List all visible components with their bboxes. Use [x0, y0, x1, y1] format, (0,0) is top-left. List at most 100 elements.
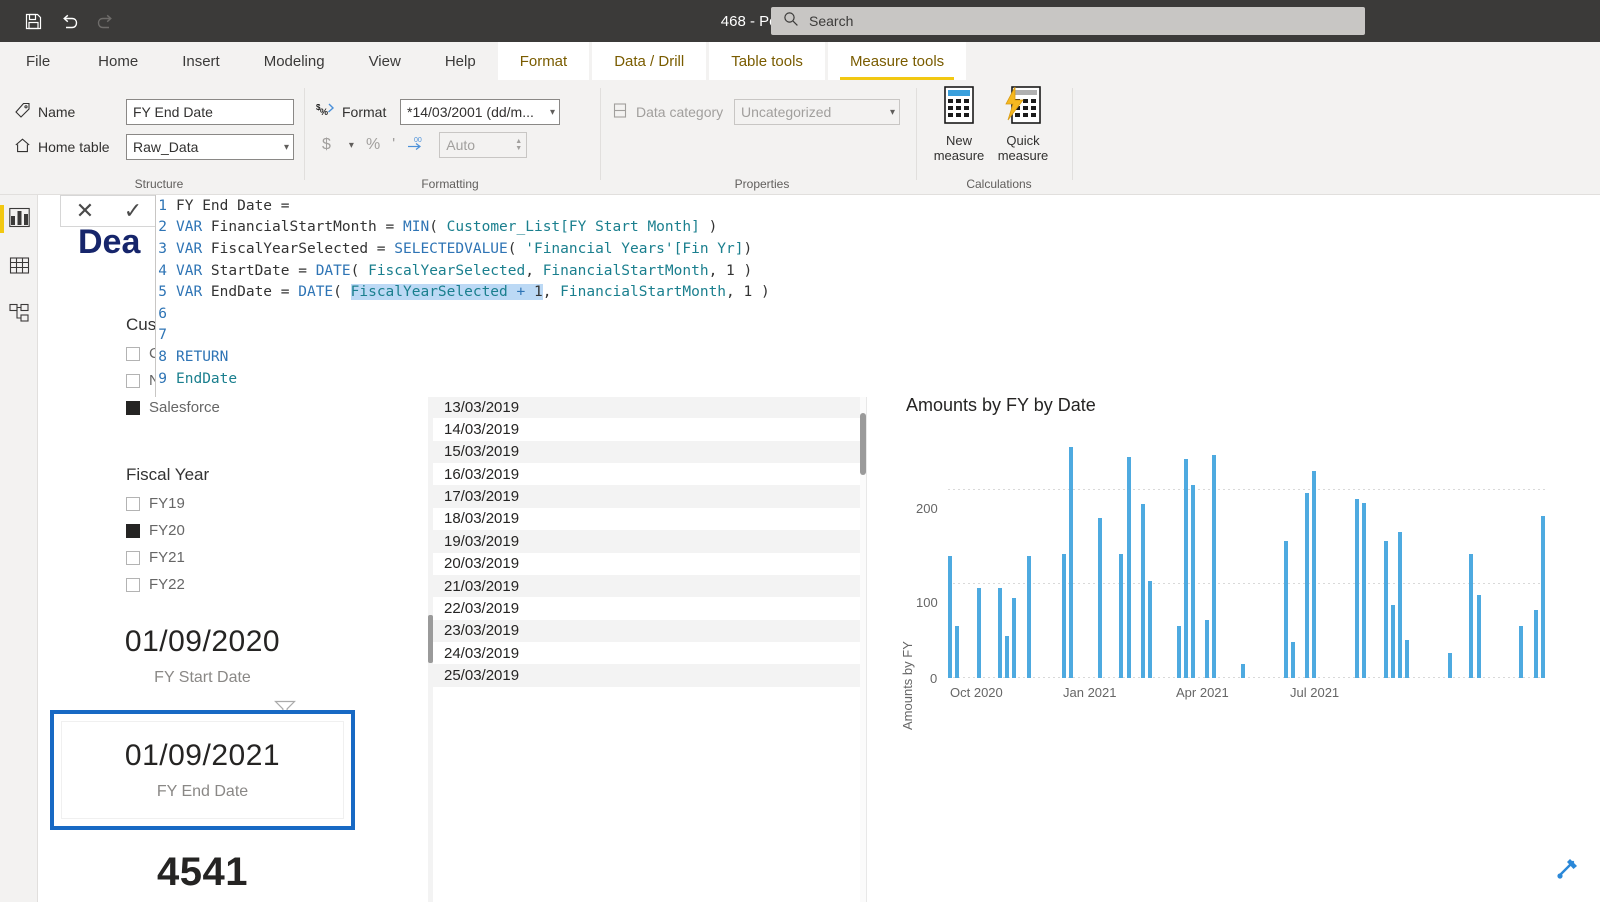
- redo-icon[interactable]: [94, 10, 116, 32]
- ribbon-tab-insert[interactable]: Insert: [160, 42, 242, 80]
- report-view-icon[interactable]: [6, 204, 32, 230]
- table-row[interactable]: 14/03/2019: [432, 418, 862, 440]
- chart-bar[interactable]: [1140, 503, 1145, 678]
- bottom-card[interactable]: 4541: [50, 850, 355, 902]
- table-row[interactable]: 23/03/2019: [432, 619, 862, 642]
- format-select[interactable]: *14/03/2001 (dd/m... ▾: [400, 99, 560, 125]
- chart-bar[interactable]: [1383, 541, 1388, 678]
- chart-bar[interactable]: [1183, 459, 1188, 678]
- ribbon-tab-help[interactable]: Help: [423, 42, 498, 80]
- formula-text-area[interactable]: 1 FY End Date = 2 VAR FinancialStartMonth =…: [155, 195, 1600, 397]
- fiscal-year-slicer-item[interactable]: FY21: [126, 549, 276, 566]
- chart-bar[interactable]: [1476, 595, 1481, 678]
- save-icon[interactable]: [22, 10, 44, 32]
- chart-bar[interactable]: [1062, 553, 1067, 678]
- chart-bar[interactable]: [1448, 652, 1452, 678]
- ribbon-tab-measure-tools[interactable]: Measure tools: [827, 42, 967, 80]
- dax-formula-editor[interactable]: ✕ ✓ 1 FY End Date = 2 VAR FinancialStartMon…: [60, 195, 1600, 397]
- chart-bar[interactable]: [1305, 493, 1310, 678]
- fiscal-year-slicer-checkbox-icon[interactable]: [126, 550, 140, 565]
- table-row[interactable]: 15/03/2019: [432, 440, 862, 464]
- chart-bar[interactable]: [948, 555, 952, 678]
- data-view-icon[interactable]: [6, 252, 32, 278]
- fiscal-year-slicer-item[interactable]: FY20: [126, 522, 276, 539]
- customer-slicer-item[interactable]: Salesforce: [126, 399, 246, 416]
- decrease-decimals-icon[interactable]: 00: [407, 135, 427, 156]
- chart-bar[interactable]: [976, 588, 981, 678]
- ribbon-tab-table-tools[interactable]: Table tools: [709, 42, 825, 80]
- chart-bar[interactable]: [998, 587, 1002, 678]
- ribbon-tab-file[interactable]: File: [0, 42, 76, 80]
- table-row[interactable]: 25/03/2019: [432, 664, 862, 687]
- cancel-formula-icon[interactable]: ✕: [76, 200, 94, 222]
- table-row[interactable]: 17/03/2019: [432, 485, 862, 508]
- customer-slicer-checkbox-icon[interactable]: [126, 400, 140, 415]
- chart-bar[interactable]: [1012, 597, 1017, 678]
- decimal-places-stepper[interactable]: Auto ▲ ▼: [439, 132, 528, 158]
- chart-bar[interactable]: [1069, 447, 1074, 678]
- chart-bar[interactable]: [1240, 663, 1245, 678]
- chart-bar[interactable]: [1405, 640, 1410, 678]
- chart-bar[interactable]: [1312, 470, 1317, 678]
- chart-bar[interactable]: [1005, 635, 1010, 678]
- chart-bar[interactable]: [1026, 555, 1031, 678]
- chart-bar[interactable]: [1212, 454, 1217, 678]
- fiscal-year-slicer-checkbox-icon[interactable]: [126, 523, 140, 538]
- fiscal-year-slicer-item[interactable]: FY19: [126, 495, 276, 512]
- model-view-icon[interactable]: [6, 300, 32, 326]
- chart-bar[interactable]: [1362, 502, 1367, 678]
- chart-bar[interactable]: [1283, 541, 1288, 678]
- measure-name-input[interactable]: FY End Date: [126, 99, 294, 125]
- fiscal-year-slicer-checkbox-icon[interactable]: [126, 577, 140, 592]
- chart-bar[interactable]: [955, 626, 960, 678]
- chart-bar[interactable]: [1290, 642, 1295, 678]
- fiscal-year-slicer-item[interactable]: FY22: [126, 576, 276, 593]
- chart-bar[interactable]: [1390, 604, 1395, 678]
- table-row[interactable]: 22/03/2019: [432, 597, 862, 619]
- chart-bar[interactable]: [1190, 484, 1195, 678]
- table-row[interactable]: 18/03/2019: [432, 508, 862, 530]
- chart-bar[interactable]: [1148, 580, 1152, 678]
- ribbon-tab-modeling[interactable]: Modeling: [242, 42, 347, 80]
- data-category-select[interactable]: Uncategorized ▾: [734, 99, 900, 125]
- table-row[interactable]: 19/03/2019: [432, 530, 862, 553]
- fy-start-date-card[interactable]: 01/09/2020 FY Start Date: [50, 625, 355, 687]
- chart-bar[interactable]: [1176, 626, 1181, 678]
- thousands-separator-button[interactable]: ': [392, 136, 395, 154]
- undo-icon[interactable]: [58, 10, 80, 32]
- table-row[interactable]: 20/03/2019: [432, 553, 862, 575]
- chart-bar[interactable]: [1355, 498, 1360, 678]
- table-scrollbar-thumb[interactable]: [428, 615, 433, 663]
- amounts-by-fy-by-date-chart[interactable]: Amounts by FY by Date Amounts by FY 200 …: [878, 375, 1598, 902]
- chart-bar[interactable]: [1205, 619, 1210, 678]
- spinner-arrows-icon[interactable]: ▲ ▼: [515, 138, 522, 152]
- currency-chevron-down-icon[interactable]: ▾: [349, 140, 354, 151]
- chart-bar[interactable]: [1469, 553, 1474, 678]
- ribbon-tab-view[interactable]: View: [347, 42, 423, 80]
- table-row[interactable]: 13/03/2019: [432, 396, 862, 419]
- fy-end-date-card[interactable]: 01/09/2021 FY End Date: [50, 710, 355, 830]
- fiscal-year-slicer[interactable]: Fiscal Year FY19 FY20 FY21 FY22: [126, 465, 276, 593]
- quick-measure-button[interactable]: Quick measure: [992, 86, 1054, 163]
- chart-bar[interactable]: [1519, 626, 1524, 678]
- chart-bar[interactable]: [1398, 531, 1402, 678]
- ribbon-tab-data-drill[interactable]: Data / Drill: [592, 42, 707, 80]
- focus-mode-icon[interactable]: [1554, 856, 1580, 882]
- chart-bar[interactable]: [1540, 515, 1545, 678]
- table-row[interactable]: 21/03/2019: [432, 574, 862, 598]
- ribbon-tab-format[interactable]: Format: [497, 42, 590, 80]
- currency-button[interactable]: $: [322, 136, 331, 154]
- table-row[interactable]: 24/03/2019: [432, 642, 862, 664]
- table-row[interactable]: 16/03/2019: [432, 463, 862, 485]
- chart-bar[interactable]: [1533, 610, 1538, 678]
- chart-bar[interactable]: [1126, 456, 1131, 678]
- ribbon-tab-home[interactable]: Home: [76, 42, 160, 80]
- chart-bar[interactable]: [1119, 553, 1124, 678]
- percent-button[interactable]: %: [366, 136, 380, 154]
- accept-formula-icon[interactable]: ✓: [124, 200, 142, 222]
- home-table-select[interactable]: Raw_Data ▾: [126, 134, 294, 160]
- search-input[interactable]: Search: [771, 7, 1365, 35]
- chart-bar[interactable]: [1098, 517, 1102, 678]
- new-measure-button[interactable]: New measure: [928, 86, 990, 163]
- fiscal-year-slicer-checkbox-icon[interactable]: [126, 496, 140, 511]
